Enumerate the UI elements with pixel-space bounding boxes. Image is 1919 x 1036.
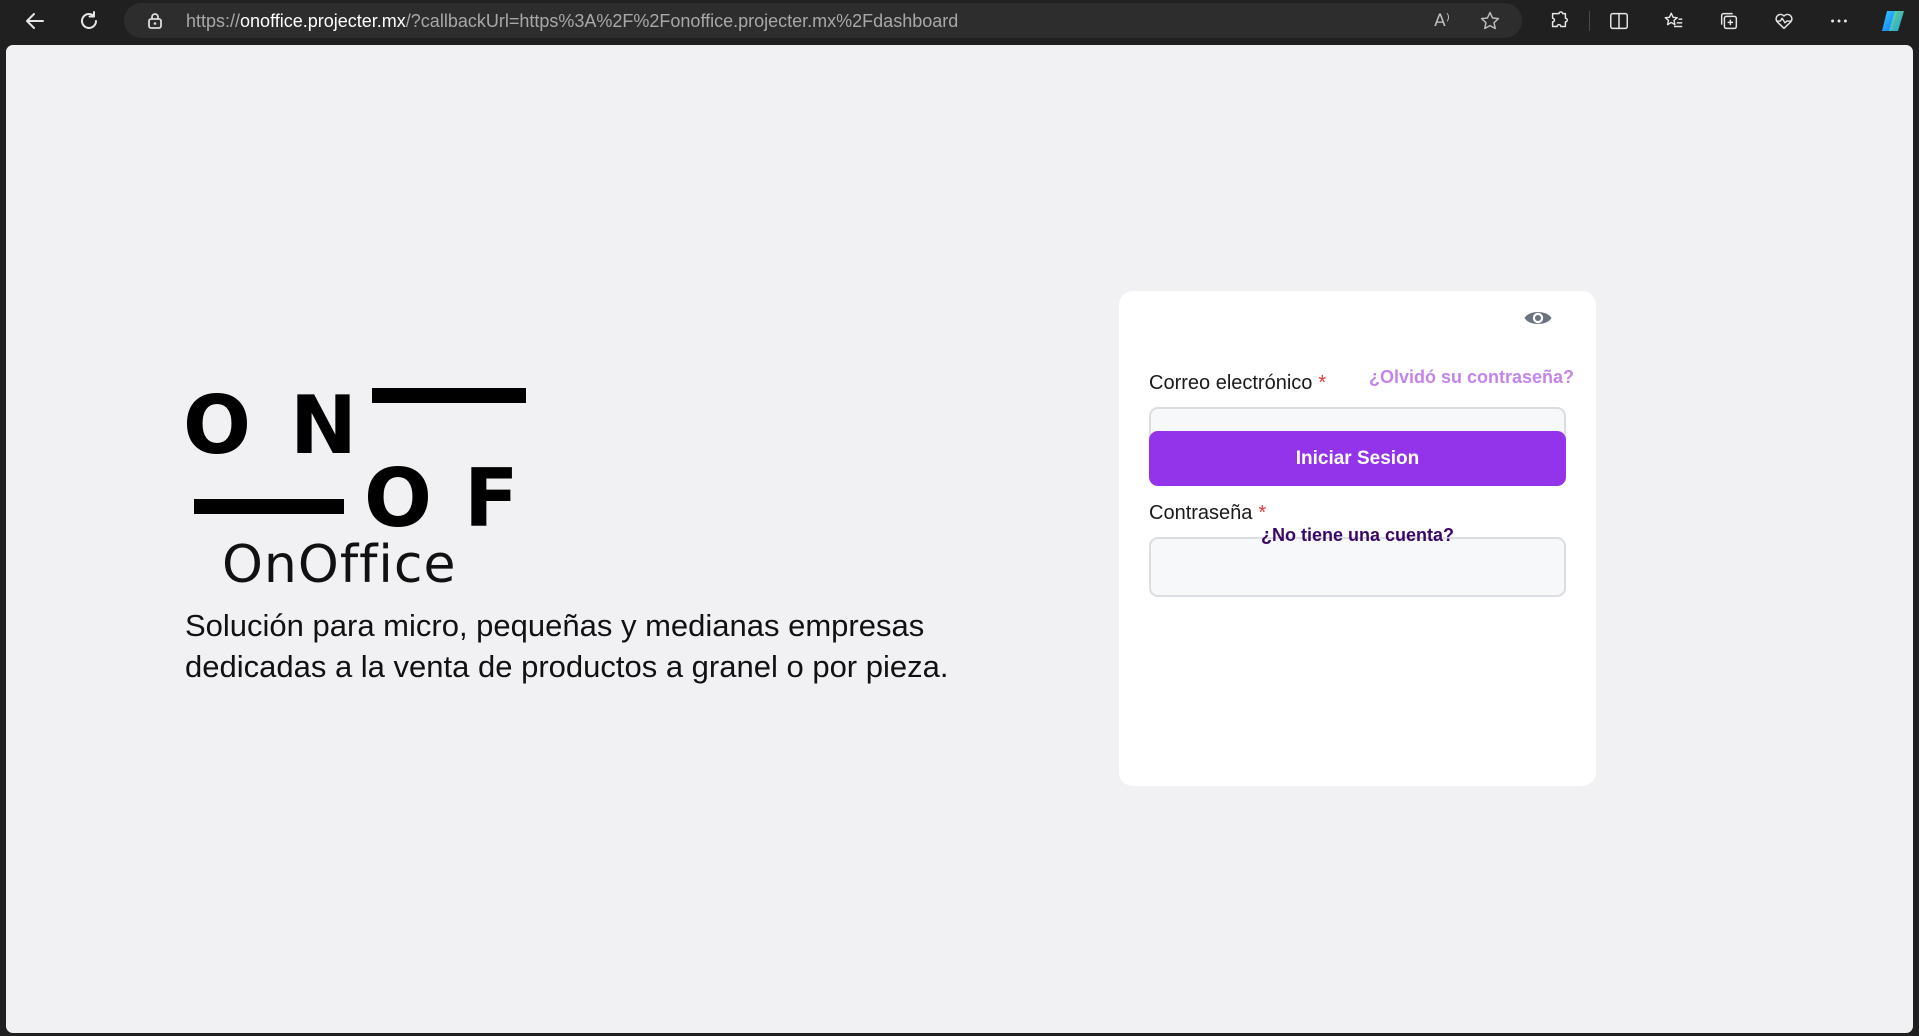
logo-top-bar	[372, 388, 526, 403]
heart-pulse-icon[interactable]	[1768, 5, 1800, 37]
split-screen-icon[interactable]	[1603, 5, 1635, 37]
logo-letter-f: F	[464, 452, 519, 528]
collections-icon[interactable]	[1713, 5, 1745, 37]
tagline-line-2: dedicadas a la venta de productos a gran…	[185, 649, 949, 684]
logo-letter-o2: O	[364, 452, 432, 528]
tagline-line-1: Solución para micro, pequeñas y medianas…	[185, 608, 925, 643]
email-label-text: Correo electrónico	[1149, 372, 1313, 394]
url-text[interactable]: https://onoffice.projecter.mx/?callbackU…	[186, 11, 958, 31]
email-label: Correo electrónico *	[1149, 371, 1326, 395]
password-label-text: Contraseña	[1149, 502, 1253, 524]
signup-link[interactable]: ¿No tiene una cuenta?	[1119, 524, 1596, 546]
refresh-icon[interactable]	[73, 5, 105, 37]
login-button[interactable]: Iniciar Sesion	[1149, 431, 1566, 486]
logo-bottom-bar	[194, 499, 344, 514]
required-mark: *	[1318, 372, 1327, 394]
page-viewport: O N O F OnOffice Solución para micro, pe…	[6, 45, 1913, 1033]
forgot-password-link[interactable]: ¿Olvidó su contraseña?	[1369, 366, 1574, 388]
browser-toolbar: https://onoffice.projecter.mx/?callbackU…	[0, 0, 1919, 42]
required-mark: *	[1258, 502, 1267, 524]
toolbar-divider	[1589, 11, 1590, 31]
read-aloud-glyph: A⁾	[1434, 11, 1450, 31]
onoff-logo: O N O F	[186, 388, 526, 528]
password-field[interactable]	[1149, 537, 1566, 597]
lock-icon[interactable]	[147, 12, 163, 29]
copilot-icon[interactable]	[1877, 5, 1909, 37]
address-bar[interactable]: https://onoffice.projecter.mx/?callbackU…	[124, 3, 1522, 38]
url-path: /?callbackUrl=https%3A%2F%2Fonoffice.pro…	[405, 11, 959, 31]
url-scheme: https://	[186, 11, 241, 31]
read-aloud-icon[interactable]: A⁾	[1430, 9, 1454, 33]
brand-name: OnOffice	[222, 535, 457, 595]
back-arrow-icon[interactable]	[19, 5, 51, 37]
password-label: Contraseña *	[1149, 501, 1266, 525]
more-icon[interactable]	[1823, 5, 1855, 37]
url-host: onoffice.projecter.mx	[240, 11, 406, 31]
eye-icon[interactable]	[1523, 307, 1553, 329]
logo-letter-n: N	[290, 388, 357, 472]
puzzle-icon[interactable]	[1543, 5, 1575, 37]
favorites-icon[interactable]	[1658, 5, 1690, 37]
tagline: Solución para micro, pequeñas y medianas…	[185, 605, 1085, 687]
logo-letter-o1: O	[186, 388, 251, 472]
star-icon[interactable]	[1478, 9, 1502, 33]
